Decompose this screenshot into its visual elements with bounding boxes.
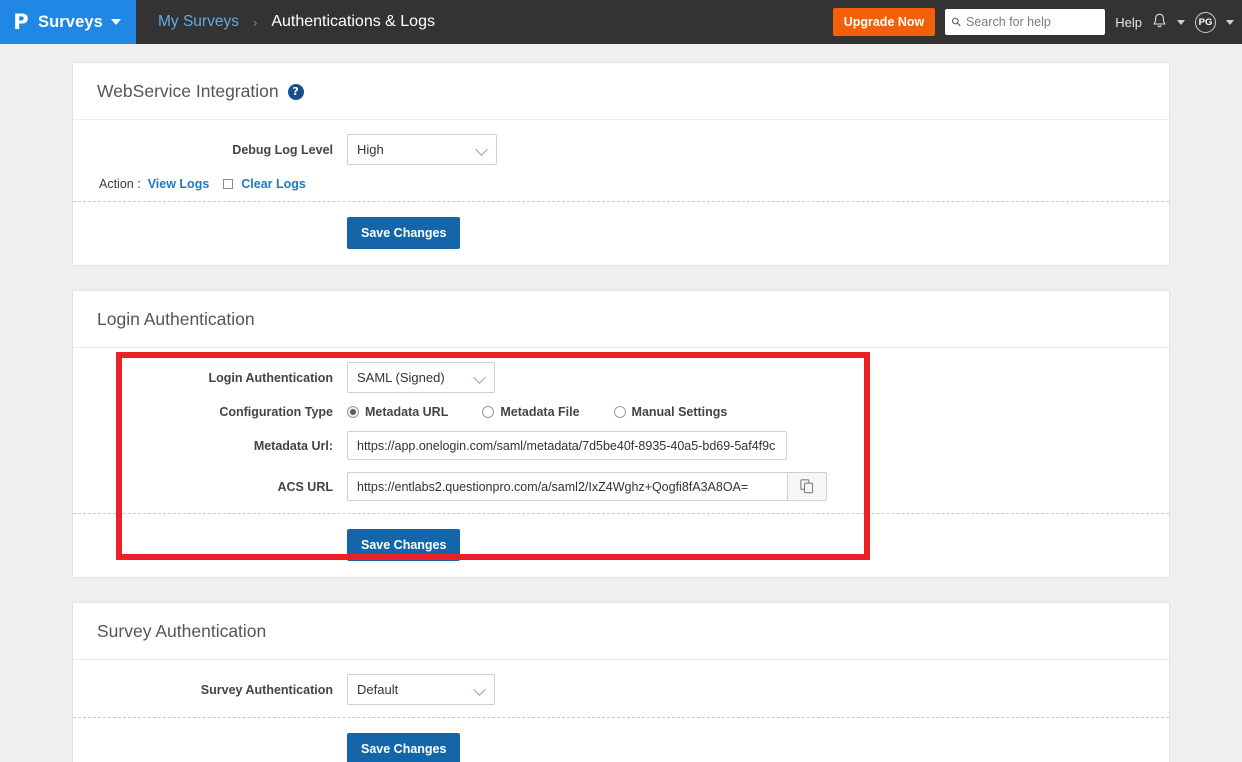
- clear-logs-link[interactable]: Clear Logs: [241, 177, 306, 191]
- login-authentication-card: Login Authentication Login Authenticatio…: [72, 290, 1170, 578]
- save-changes-button-webservice[interactable]: Save Changes: [347, 217, 460, 249]
- radio-metadata-url[interactable]: Metadata URL: [347, 405, 448, 419]
- survey-auth-card-body: Survey Authentication Default Save Chang…: [73, 660, 1169, 762]
- survey-auth-value: Default: [357, 682, 398, 697]
- survey-auth-save-row: Save Changes: [73, 718, 1169, 762]
- upgrade-now-button[interactable]: Upgrade Now: [833, 8, 936, 36]
- configuration-type-radio-group: Metadata URL Metadata File Manual Settin…: [347, 405, 761, 419]
- radio-label: Metadata URL: [365, 405, 448, 419]
- notification-chevron-down-icon[interactable]: [1177, 20, 1185, 25]
- webservice-card-body: Debug Log Level High Action : View Logs …: [73, 120, 1169, 265]
- brand-label: Surveys: [38, 13, 103, 32]
- breadcrumb-separator-icon: ›: [253, 15, 257, 30]
- spacer: [97, 529, 347, 561]
- chevron-down-icon[interactable]: [111, 19, 121, 25]
- survey-auth-label: Survey Authentication: [97, 683, 347, 697]
- log-action-row: Action : View Logs Clear Logs: [73, 177, 1169, 191]
- brand-home-button[interactable]: P Surveys: [0, 0, 136, 44]
- radio-label: Manual Settings: [632, 405, 728, 419]
- login-auth-save-row: Save Changes: [73, 514, 1169, 577]
- survey-authentication-card: Survey Authentication Survey Authenticat…: [72, 602, 1170, 762]
- webservice-save-row: Save Changes: [73, 202, 1169, 265]
- help-link[interactable]: Help: [1115, 15, 1142, 30]
- metadata-url-label: Metadata Url:: [97, 439, 347, 453]
- radio-metadata-file[interactable]: Metadata File: [482, 405, 579, 419]
- acs-url-label: ACS URL: [97, 480, 347, 494]
- notification-bell-icon[interactable]: [1152, 13, 1167, 32]
- clear-logs-checkbox[interactable]: [223, 179, 233, 189]
- survey-auth-card-header: Survey Authentication: [73, 603, 1169, 660]
- webservice-integration-card: WebService Integration ? Debug Log Level…: [72, 62, 1170, 266]
- spacer: [97, 733, 347, 762]
- breadcrumb: My Surveys › Authentications & Logs: [158, 13, 435, 31]
- page-title-webservice: WebService Integration: [97, 81, 279, 102]
- login-auth-value: SAML (Signed): [357, 370, 445, 385]
- chevron-down-icon: [475, 143, 488, 156]
- survey-auth-select[interactable]: Default: [347, 674, 495, 705]
- metadata-url-row: Metadata Url:: [73, 431, 1169, 460]
- debug-log-level-row: Debug Log Level High: [73, 134, 1169, 165]
- breadcrumb-current-page: Authentications & Logs: [271, 13, 435, 31]
- avatar[interactable]: PG: [1195, 12, 1216, 33]
- configuration-type-label: Configuration Type: [97, 405, 347, 419]
- radio-selected-icon: [347, 406, 359, 418]
- search-input[interactable]: [966, 15, 1096, 29]
- top-navigation-bar: P Surveys My Surveys › Authentications &…: [0, 0, 1242, 44]
- save-changes-button-login-auth[interactable]: Save Changes: [347, 529, 460, 561]
- account-chevron-down-icon[interactable]: [1226, 20, 1234, 25]
- radio-unselected-icon: [614, 406, 626, 418]
- spacer: [97, 217, 347, 249]
- acs-url-row: ACS URL: [73, 472, 1169, 501]
- login-auth-label: Login Authentication: [97, 371, 347, 385]
- help-search-box[interactable]: ⚲: [945, 9, 1105, 35]
- save-changes-button-survey-auth[interactable]: Save Changes: [347, 733, 460, 762]
- breadcrumb-my-surveys[interactable]: My Surveys: [158, 13, 239, 31]
- configuration-type-row: Configuration Type Metadata URL Metadata…: [73, 405, 1169, 419]
- copy-acs-url-button[interactable]: [787, 472, 827, 501]
- login-auth-select-row: Login Authentication SAML (Signed): [73, 362, 1169, 393]
- questionpro-logo-icon: P: [10, 9, 32, 35]
- acs-url-field-group: [347, 472, 827, 501]
- metadata-url-input[interactable]: [347, 431, 787, 460]
- survey-auth-select-row: Survey Authentication Default: [73, 674, 1169, 705]
- login-auth-select[interactable]: SAML (Signed): [347, 362, 495, 393]
- debug-log-level-label: Debug Log Level: [97, 143, 347, 157]
- page-title-login-auth: Login Authentication: [97, 309, 255, 330]
- page-title-survey-auth: Survey Authentication: [97, 621, 266, 642]
- radio-label: Metadata File: [500, 405, 579, 419]
- page-content: WebService Integration ? Debug Log Level…: [0, 44, 1242, 762]
- login-auth-card-body: Login Authentication SAML (Signed) Confi…: [73, 348, 1169, 577]
- search-icon: ⚲: [949, 14, 965, 30]
- question-mark-icon[interactable]: ?: [288, 84, 304, 100]
- chevron-down-icon: [473, 683, 486, 696]
- view-logs-link[interactable]: View Logs: [148, 177, 210, 191]
- login-auth-card-header: Login Authentication: [73, 291, 1169, 348]
- acs-url-input[interactable]: [347, 472, 787, 501]
- debug-log-level-value: High: [357, 142, 384, 157]
- webservice-card-header: WebService Integration ?: [73, 63, 1169, 120]
- topbar-right-cluster: Upgrade Now ⚲ Help PG: [833, 0, 1234, 44]
- chevron-down-icon: [473, 371, 486, 384]
- action-label: Action :: [99, 177, 141, 191]
- radio-unselected-icon: [482, 406, 494, 418]
- radio-manual-settings[interactable]: Manual Settings: [614, 405, 728, 419]
- debug-log-level-select[interactable]: High: [347, 134, 497, 165]
